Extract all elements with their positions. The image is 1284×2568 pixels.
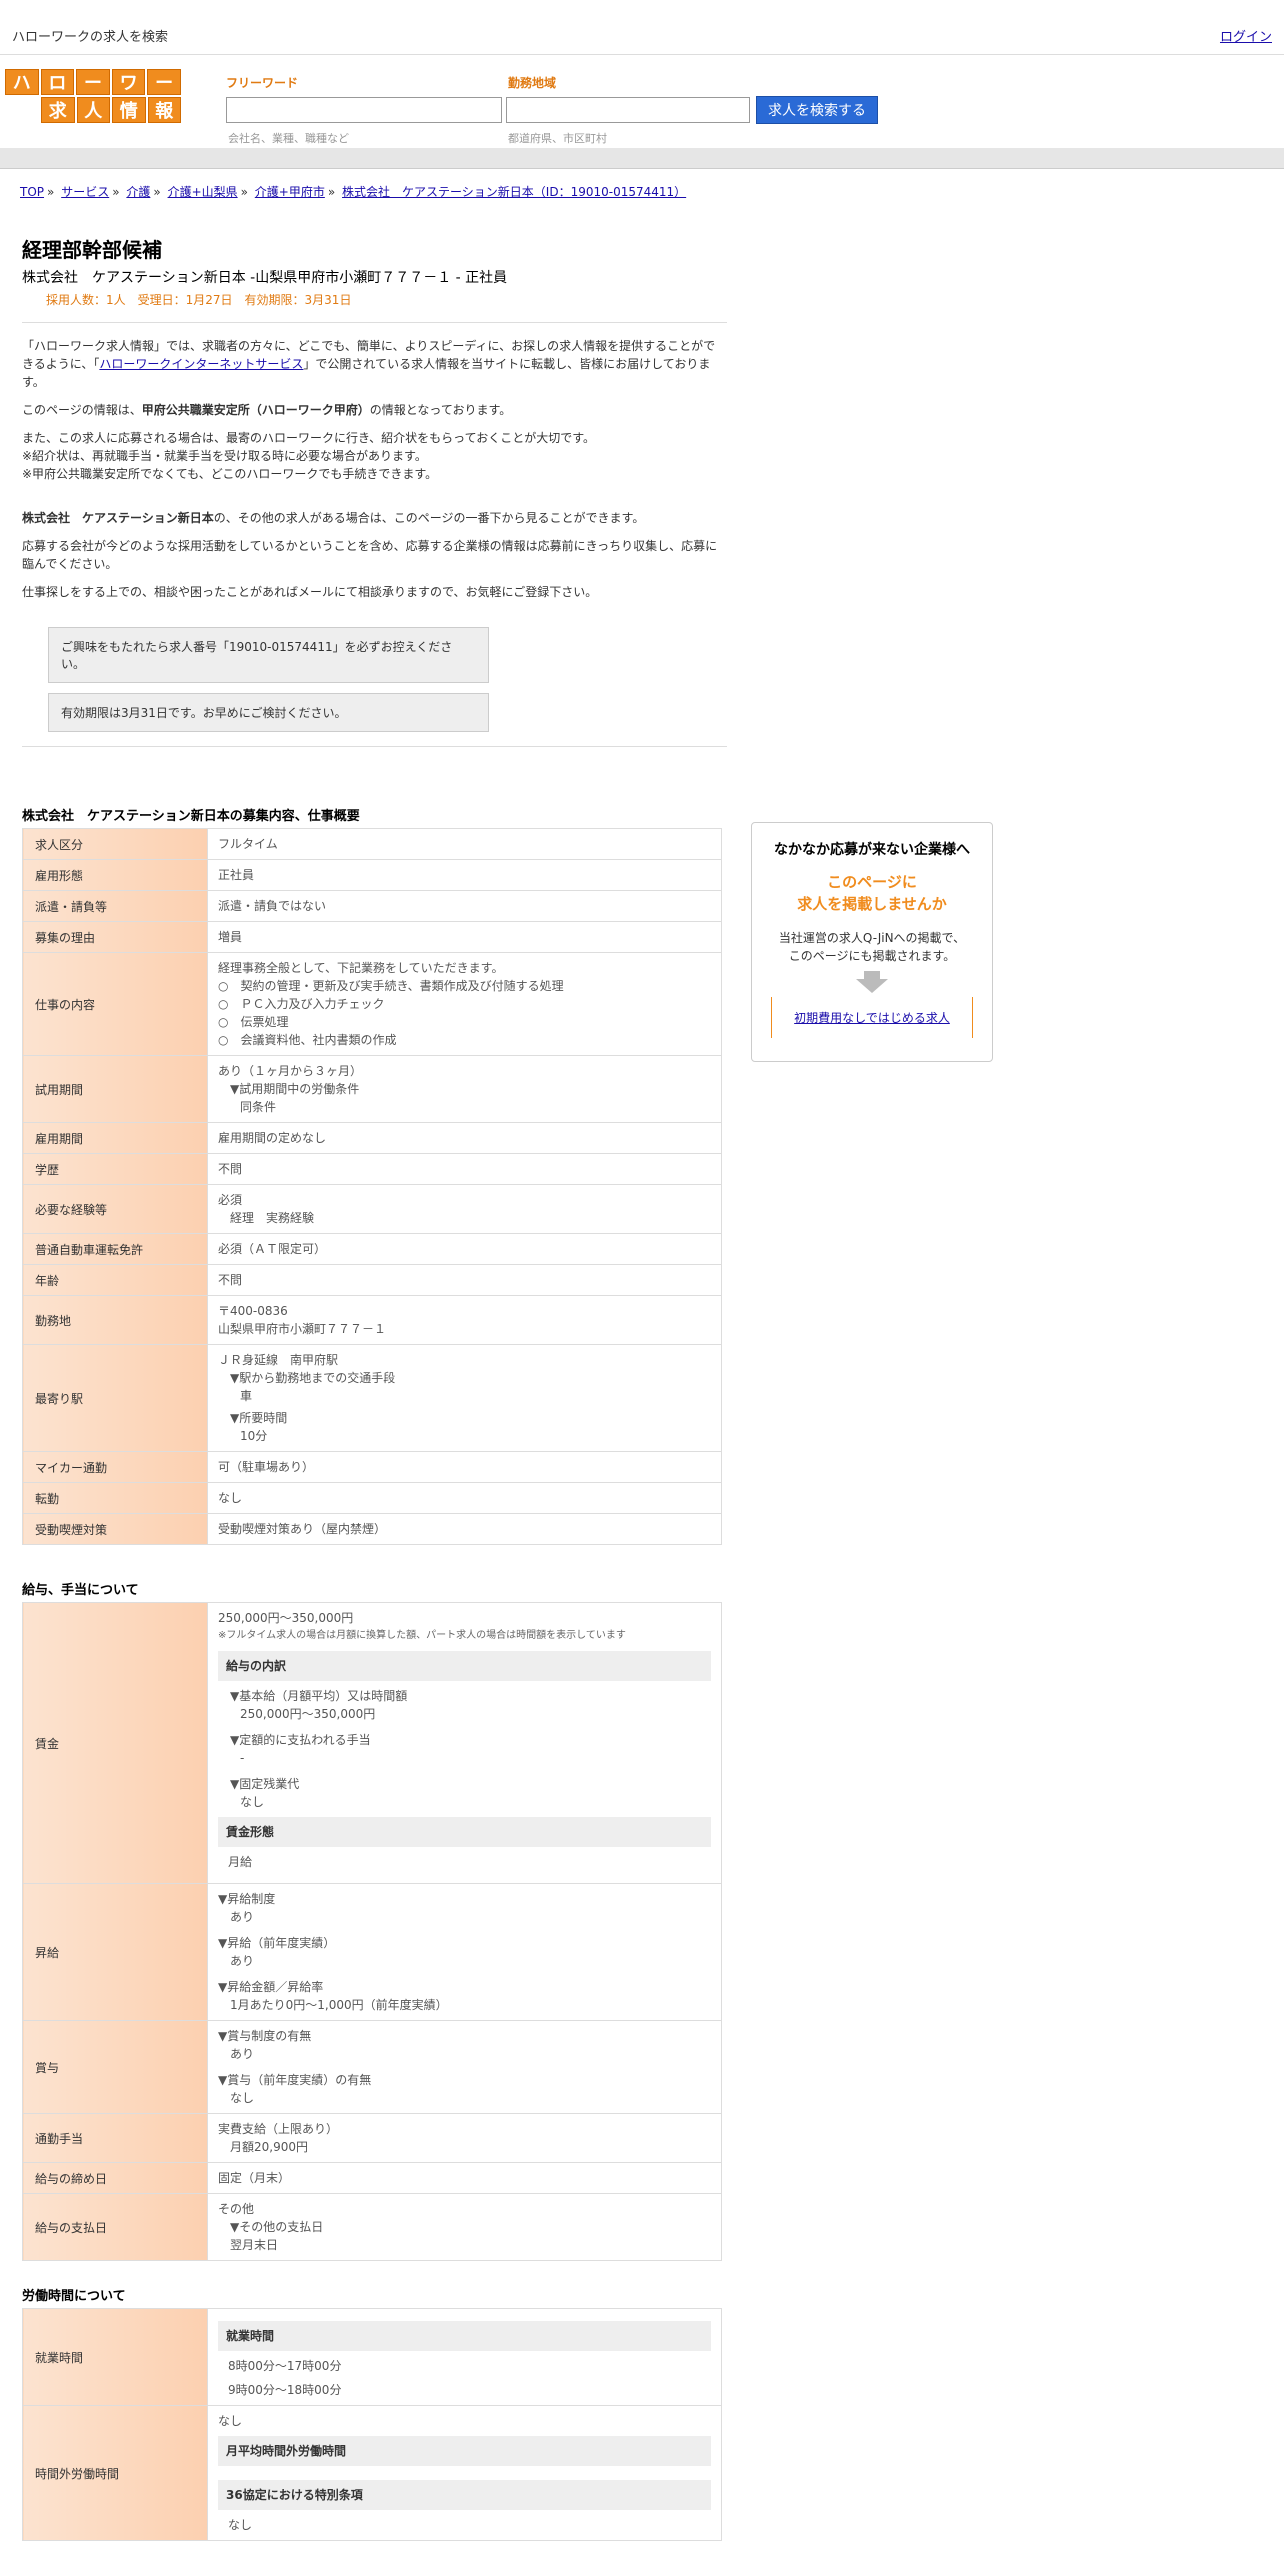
research-paragraph: 応募する会社が今どのような採用活動をしているかということを含め、応募する企業様の… bbox=[22, 539, 718, 571]
divider bbox=[22, 322, 727, 323]
search-button[interactable]: 求人を検索する bbox=[756, 96, 878, 124]
divider bbox=[22, 746, 727, 747]
freeword-input[interactable] bbox=[226, 97, 502, 123]
arrow-down-icon bbox=[864, 971, 880, 979]
header: ハ ロ ー ワ ー 求 人 情 報 フリーワード 会社名、業種、職種など 勤務地… bbox=[0, 55, 1284, 147]
advertise-link-box: 初期費用なしではじめる求人 bbox=[771, 997, 973, 1038]
arrow-down-icon bbox=[856, 979, 888, 993]
header-divider bbox=[0, 148, 1284, 169]
hellowork-internet-link[interactable]: ハローワークインターネットサービス bbox=[99, 357, 303, 371]
logo-char: ー bbox=[147, 69, 181, 95]
table-row: 最寄り駅 ＪＲ身延線 南甲府駅 ▼駅から勤務地までの交通手段 車 ▼所要時間 1… bbox=[22, 1344, 722, 1452]
table-row: 給与の支払日 その他 ▼その他の支払日 翌月末日 bbox=[22, 2193, 722, 2261]
logo-char: ー bbox=[76, 69, 110, 95]
breadcrumb: TOP» サービス» 介護» 介護+山梨県» 介護+甲府市» 株式会社 ケアステ… bbox=[20, 185, 687, 199]
intro-paragraph: 「ハローワーク求人情報」では、求職者の方々に、どこでも、簡単に、よりスピーディに… bbox=[22, 339, 716, 389]
logo-char: ワ bbox=[111, 69, 146, 95]
site-title: ハローワークの求人を検索 bbox=[12, 30, 169, 45]
table-row: 雇用期間 雇用期間の定めなし bbox=[22, 1122, 722, 1154]
advertise-box: なかなか応募が来ない企業様へ このページに 求人を掲載しませんか 当社運営の求人Q… bbox=[751, 822, 993, 1062]
table-row: 派遣・請負等 派遣・請負ではない bbox=[22, 890, 722, 922]
table-row: 通勤手当 実費支給（上限あり） 月額20,900円 bbox=[22, 2113, 722, 2163]
table-row: 昇給 ▼昇給制度 あり ▼昇給（前年度実績） あり ▼昇給金額／昇給率 1月あた… bbox=[22, 1883, 722, 2021]
advertise-text: 当社運営の求人Q-JiNへの掲載で、 このページにも掲載されます。 bbox=[778, 931, 966, 963]
login-link[interactable]: ログイン bbox=[1220, 26, 1272, 45]
table-row: 転勤 なし bbox=[22, 1482, 722, 1514]
breadcrumb-kaigo-kofu[interactable]: 介護+甲府市 bbox=[255, 185, 325, 199]
area-hint: 都道府県、市区町村 bbox=[508, 132, 607, 145]
referral-paragraph: また、この求人に応募される場合は、最寄のハローワークに行き、紹介状をもらっておく… bbox=[22, 431, 596, 481]
table-row: 求人区分 フルタイム bbox=[22, 828, 722, 860]
logo-char: 人 bbox=[76, 97, 110, 123]
table-row: 試用期間 あり（１ヶ月から３ヶ月） ▼試用期間中の労働条件 同条件 bbox=[22, 1055, 722, 1123]
hellowork-logo[interactable]: ハ ロ ー ワ ー 求 人 情 報 bbox=[5, 69, 181, 125]
advertise-catch: このページに 求人を掲載しませんか bbox=[797, 873, 947, 913]
freeword-hint: 会社名、業種、職種など bbox=[228, 132, 349, 145]
logo-char: ハ bbox=[5, 69, 39, 95]
table-row: 給与の締め日 固定（月末） bbox=[22, 2162, 722, 2194]
table-row: 賃金 250,000円〜350,000円 ※フルタイム求人の場合は月額に換算した… bbox=[22, 1602, 722, 1884]
salary-table: 賃金 250,000円〜350,000円 ※フルタイム求人の場合は月額に換算した… bbox=[22, 1602, 722, 2261]
breadcrumb-service[interactable]: サービス bbox=[61, 185, 109, 199]
table-row: 募集の理由 増員 bbox=[22, 921, 722, 953]
table-row: 時間外労働時間 なし 月平均時間外労働時間 36協定における特別条項 なし bbox=[22, 2405, 722, 2541]
hours-table: 就業時間 就業時間 8時00分〜17時00分 9時00分〜18時00分 時間外労… bbox=[22, 2308, 722, 2541]
table-row: 雇用形態 正社員 bbox=[22, 859, 722, 891]
breadcrumb-kaigo[interactable]: 介護 bbox=[126, 185, 150, 199]
section-title-hours: 労働時間について bbox=[22, 2289, 126, 2304]
overview-table: 求人区分 フルタイム 雇用形態 正社員 派遣・請負等 派遣・請負ではない 募集の理由増… bbox=[22, 828, 722, 1545]
table-row: 学歴 不問 bbox=[22, 1153, 722, 1185]
table-row: 仕事の内容 経理事務全般として、下記業務をしていただきます。 ○ 契約の管理・更… bbox=[22, 952, 722, 1056]
section-title-overview: 株式会社 ケアステーション新日本の募集内容、仕事概要 bbox=[22, 809, 360, 824]
table-row: 受動喫煙対策 受動喫煙対策あり（屋内禁煙） bbox=[22, 1513, 722, 1545]
logo-char: 報 bbox=[147, 97, 181, 123]
table-row: 普通自動車運転免許 必須（ＡＴ限定可） bbox=[22, 1233, 722, 1265]
section-title-salary: 給与、手当について bbox=[22, 1583, 139, 1598]
area-input[interactable] bbox=[506, 97, 750, 123]
office-paragraph: このページの情報は、甲府公共職業安定所（ハローワーク甲府）の情報となっております… bbox=[22, 403, 512, 417]
job-number-notice: ご興味をもたれたら求人番号「19010-01574411」を必ずお控えください。 bbox=[48, 627, 489, 683]
logo-char: ロ bbox=[40, 69, 75, 95]
advertise-heading: なかなか応募が来ない企業様へ bbox=[774, 842, 970, 858]
company-line: 株式会社 ケアステーション新日本 -山梨県甲府市小瀬町７７７－１ - 正社員 bbox=[22, 270, 508, 286]
logo-char: 情 bbox=[112, 97, 146, 123]
freeword-label: フリーワード bbox=[226, 76, 299, 90]
advertise-link[interactable]: 初期費用なしではじめる求人 bbox=[794, 1011, 950, 1025]
table-row: 就業時間 就業時間 8時00分〜17時00分 9時00分〜18時00分 bbox=[22, 2308, 722, 2406]
breadcrumb-kaigo-yamanashi[interactable]: 介護+山梨県 bbox=[168, 185, 238, 199]
table-row: マイカー通勤 可（駐車場あり） bbox=[22, 1451, 722, 1483]
table-row: 賞与 ▼賞与制度の有無 あり ▼賞与（前年度実績）の有無 なし bbox=[22, 2020, 722, 2114]
top-bar: ハローワークの求人を検索 ログイン bbox=[0, 0, 1284, 55]
consult-paragraph: 仕事探しをする上での、相談や困ったことがあればメールにて相談承りますので、お気軽… bbox=[22, 585, 598, 599]
logo-char: 求 bbox=[41, 97, 75, 123]
main-content: 経理部幹部候補 株式会社 ケアステーション新日本 -山梨県甲府市小瀬町７７７－１… bbox=[22, 226, 727, 2541]
area-label: 勤務地域 bbox=[508, 76, 557, 90]
deadline-notice: 有効期限は3月31日です。お早めにご検討ください。 bbox=[48, 693, 489, 732]
job-meta: 採用人数：1人 受理日：1月27日 有効期限：3月31日 bbox=[46, 293, 352, 307]
job-title: 経理部幹部候補 bbox=[22, 238, 162, 262]
other-jobs-paragraph: 株式会社 ケアステーション新日本の、その他の求人がある場合は、このページの一番下… bbox=[22, 511, 645, 525]
breadcrumb-company[interactable]: 株式会社 ケアステーション新日本（ID：19010-01574411） bbox=[342, 185, 686, 199]
breadcrumb-top[interactable]: TOP bbox=[20, 185, 44, 199]
table-row: 勤務地 〒400-0836 山梨県甲府市小瀬町７７７－１ bbox=[22, 1295, 722, 1345]
table-row: 年齢 不問 bbox=[22, 1264, 722, 1296]
table-row: 必要な経験等 必須 経理 実務経験 bbox=[22, 1184, 722, 1234]
